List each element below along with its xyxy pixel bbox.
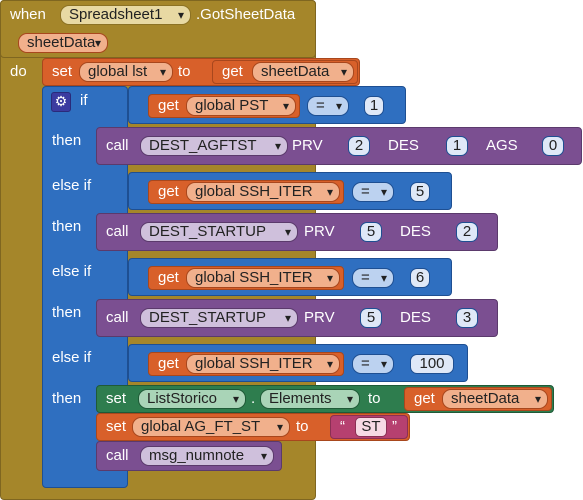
number-field-3[interactable]: 6 <box>410 268 430 288</box>
var-dropdown-lst[interactable]: global lst <box>79 62 173 82</box>
property-dropdown[interactable]: Elements <box>260 389 360 409</box>
arg-ags-label: AGS <box>486 137 518 154</box>
gear-icon[interactable]: ⚙ <box>51 92 71 112</box>
call-label-1: call <box>106 137 129 154</box>
var-dropdown-ssh-3[interactable]: global SSH_ITER <box>186 354 340 374</box>
text-value-field[interactable]: ST <box>355 417 387 437</box>
prv-value-2[interactable]: 5 <box>360 222 382 242</box>
arg-prv-label-1: PRV <box>292 137 323 154</box>
operator-dropdown-1[interactable]: = <box>307 96 349 116</box>
then-label-2: then <box>52 218 82 235</box>
proc-dropdown-4[interactable]: msg_numnote <box>140 446 274 466</box>
to-label-2: to <box>368 390 381 407</box>
proc-dropdown-2[interactable]: DEST_STARTUP <box>140 222 298 242</box>
param-sheetdata[interactable]: sheetData <box>18 33 108 53</box>
get-label-3: get <box>158 269 179 286</box>
des-value-2[interactable]: 2 <box>456 222 478 242</box>
number-field-2[interactable]: 5 <box>410 182 430 202</box>
ags-value[interactable]: 0 <box>542 136 564 156</box>
then-label-4: then <box>52 390 82 407</box>
elseif-label-3: else if <box>52 349 92 366</box>
operator-dropdown-2[interactable]: = <box>352 182 394 202</box>
operator-dropdown-3[interactable]: = <box>352 268 394 288</box>
get-label-1: get <box>158 97 179 114</box>
dot-label: . <box>251 390 256 407</box>
var-dropdown-ag-ft-st[interactable]: global AG_FT_ST <box>132 417 290 437</box>
var-dropdown-ssh-1[interactable]: global SSH_ITER <box>186 182 340 202</box>
proc-dropdown-3[interactable]: DEST_STARTUP <box>140 308 298 328</box>
arg-des-label-3: DES <box>400 309 431 326</box>
var-dropdown-ssh-2[interactable]: global SSH_ITER <box>186 268 340 288</box>
set-label-2: set <box>106 390 127 407</box>
to-label: to <box>178 63 191 80</box>
set-label: set <box>52 63 73 80</box>
get-label: get <box>222 63 243 80</box>
when-label: when <box>10 6 46 23</box>
arg-des-label-2: DES <box>400 223 431 240</box>
if-label: if <box>80 92 88 109</box>
set-label-3: set <box>106 418 127 435</box>
get-var-dropdown-2[interactable]: sheetData <box>442 389 548 409</box>
number-field-1[interactable]: 1 <box>364 96 384 116</box>
prv-value-3[interactable]: 5 <box>360 308 382 328</box>
component-dropdown[interactable]: Spreadsheet1 <box>60 5 191 25</box>
prv-value-1[interactable]: 2 <box>348 136 370 156</box>
quote-close: ” <box>392 418 397 435</box>
component-dropdown-liststorico[interactable]: ListStorico <box>138 389 246 409</box>
quote-open: “ <box>340 418 345 435</box>
get-label-2: get <box>158 183 179 200</box>
elseif-label-2: else if <box>52 263 92 280</box>
var-dropdown-pst[interactable]: global PST <box>186 96 296 116</box>
get-label-5: get <box>414 390 435 407</box>
des-value-1[interactable]: 1 <box>446 136 468 156</box>
get-var-dropdown[interactable]: sheetData <box>252 62 354 82</box>
call-label-4: call <box>106 447 129 464</box>
elseif-label-1: else if <box>52 177 92 194</box>
number-field-4[interactable]: 100 <box>410 354 454 374</box>
call-label-3: call <box>106 309 129 326</box>
to-label-3: to <box>296 418 309 435</box>
then-label-3: then <box>52 304 82 321</box>
do-label: do <box>10 63 27 80</box>
des-value-3[interactable]: 3 <box>456 308 478 328</box>
event-name: .GotSheetData <box>196 6 296 23</box>
proc-dropdown-1[interactable]: DEST_AGFTST <box>140 136 288 156</box>
operator-dropdown-4[interactable]: = <box>352 354 394 374</box>
arg-prv-label-3: PRV <box>304 309 335 326</box>
then-label-1: then <box>52 132 82 149</box>
get-label-4: get <box>158 355 179 372</box>
call-label-2: call <box>106 223 129 240</box>
arg-des-label-1: DES <box>388 137 419 154</box>
arg-prv-label-2: PRV <box>304 223 335 240</box>
